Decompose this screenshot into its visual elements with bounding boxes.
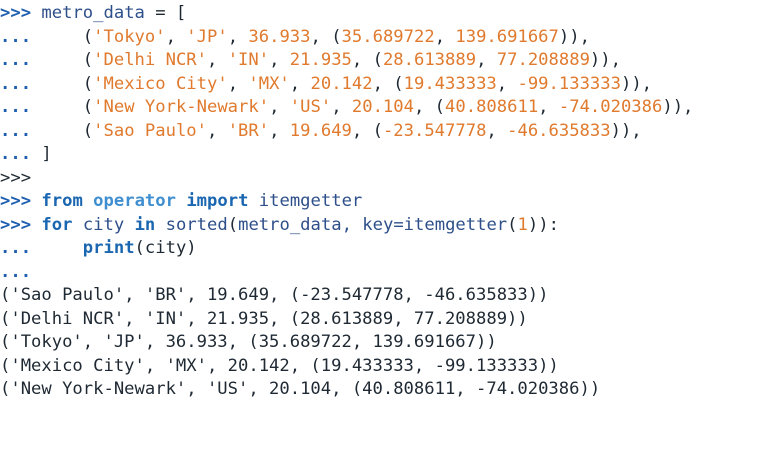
code-line-tuple: ... ('Sao Paulo', 'BR', 19.649, (-23.547… <box>0 120 642 141</box>
string-literal: 'US' <box>289 97 332 117</box>
assignment-operator: = [ <box>144 3 187 23</box>
string-literal: 'Mexico City' <box>93 73 228 94</box>
number-literal: 20.142 <box>310 73 373 94</box>
code-line-list-close: ... ] <box>0 143 768 167</box>
builtin-sorted: sorted <box>165 214 228 235</box>
continuation-prompt: ... <box>0 238 32 258</box>
code-line-empty-continuation: ... <box>0 261 768 285</box>
print-arguments: (city) <box>134 238 197 258</box>
string-literal: 'JP' <box>186 26 228 47</box>
number-literal: 19.649 <box>289 120 352 141</box>
repl-prompt-empty: >>> <box>0 167 32 188</box>
code-line-tuple: ... ('Delhi NCR', 'IN', 21.935, (28.6138… <box>0 50 621 70</box>
loop-variable: city <box>82 214 125 235</box>
number-literal: 19.433333 <box>403 73 497 94</box>
output-line: ('New York-Newark', 'US', 20.104, (40.80… <box>0 379 601 399</box>
string-literal: 'Tokyo' <box>93 26 166 47</box>
code-line-import: >>> from operator import itemgetter <box>0 190 768 214</box>
number-literal: -46.635833 <box>507 120 611 141</box>
continuation-prompt: ... <box>0 73 32 94</box>
number-literal: 1 <box>517 214 528 235</box>
continuation-prompt: ... <box>0 97 32 117</box>
string-literal: 'New York-Newark' <box>93 97 270 117</box>
string-literal: 'IN' <box>227 50 270 70</box>
continuation-prompt: ... <box>0 26 32 47</box>
number-literal: -74.020386 <box>558 97 663 117</box>
repl-prompt: >>> <box>0 214 32 235</box>
list-close-bracket: ] <box>31 144 52 164</box>
continuation-prompt: ... <box>0 261 32 282</box>
code-line-assignment: >>> metro_data = [ <box>0 2 768 26</box>
string-literal: 'MX' <box>248 73 290 94</box>
string-literal: 'BR' <box>227 120 270 141</box>
output-line: ('Delhi NCR', 'IN', 21.935, (28.613889, … <box>0 308 528 329</box>
number-literal: 20.104 <box>351 97 414 117</box>
keyword-for: for <box>41 214 73 235</box>
continuation-prompt: ... <box>0 144 32 164</box>
string-literal: 'Delhi NCR' <box>93 50 207 70</box>
number-literal: 21.935 <box>289 50 352 70</box>
repl-prompt: >>> <box>0 191 32 211</box>
code-line-tuple: ... ('New York-Newark', 'US', 20.104, (4… <box>0 97 694 117</box>
repl-prompt: >>> <box>0 3 32 23</box>
string-literal: 'Sao Paulo' <box>93 120 207 141</box>
number-literal: 139.691667 <box>455 26 559 47</box>
argument-name: metro_data <box>238 214 342 235</box>
keyword-from: from <box>41 191 83 211</box>
output-line: ('Sao Paulo', 'BR', 19.649, (-23.547778,… <box>0 285 549 305</box>
getter-call: itemgetter <box>403 214 508 235</box>
code-line-blank-prompt: >>> <box>0 167 768 191</box>
number-literal: 28.613889 <box>382 50 477 70</box>
imported-name: itemgetter <box>258 191 363 211</box>
continuation-prompt: ... <box>0 50 32 70</box>
keyword-import: import <box>186 191 249 211</box>
builtin-print: print <box>82 238 135 258</box>
output-line: ('Mexico City', 'MX', 20.142, (19.433333… <box>0 355 559 376</box>
code-line-for: >>> for city in sorted(metro_data, key=i… <box>0 214 559 235</box>
module-name: operator <box>93 191 176 211</box>
output-line: ('Tokyo', 'JP', 36.933, (35.689722, 139.… <box>0 332 497 352</box>
code-line-tuple: ... ('Tokyo', 'JP', 36.933, (35.689722, … <box>0 26 590 47</box>
keyword-in: in <box>134 214 156 235</box>
keyword-argument: , key= <box>341 214 404 235</box>
code-line-tuple: ... ('Mexico City', 'MX', 20.142, (19.43… <box>0 73 653 94</box>
python-repl-session: >>> metro_data = [ ... ('Tokyo', 'JP', 3… <box>0 2 768 472</box>
number-literal: 40.808611 <box>445 97 539 117</box>
number-literal: -99.133333 <box>517 73 621 94</box>
number-literal: -23.547778 <box>382 120 487 141</box>
number-literal: 36.933 <box>248 26 311 47</box>
number-literal: 77.208889 <box>496 50 590 70</box>
code-line-print: ... print(city) <box>0 237 768 261</box>
number-literal: 35.689722 <box>341 26 435 47</box>
variable-name: metro_data <box>41 3 145 23</box>
continuation-prompt: ... <box>0 120 32 141</box>
